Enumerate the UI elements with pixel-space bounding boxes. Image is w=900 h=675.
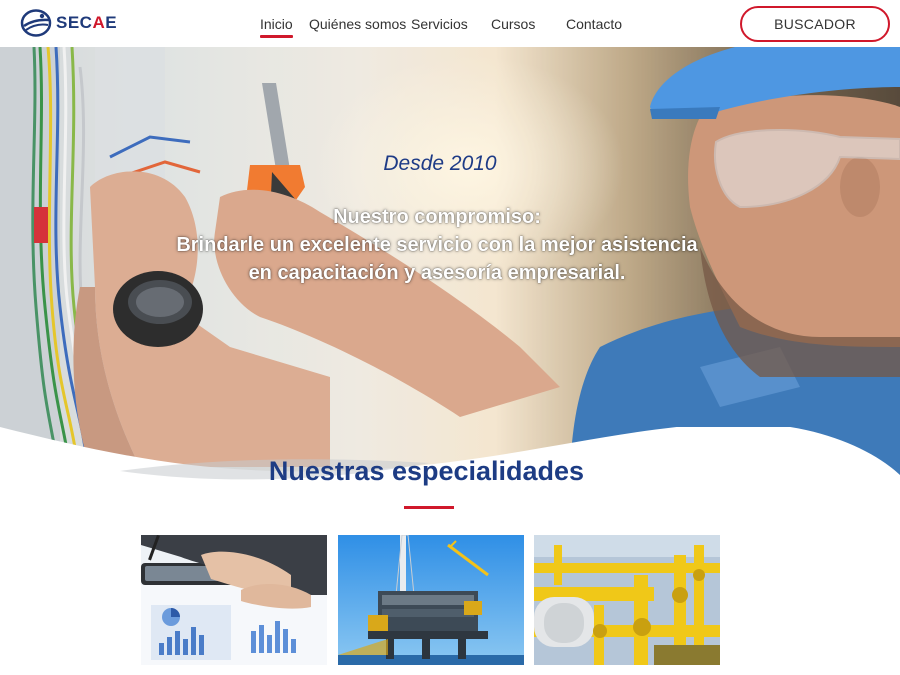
nav-item-cursos[interactable]: Cursos xyxy=(491,16,535,32)
hero-title-line-3: en capacitación y asesoría empresarial. xyxy=(248,262,626,284)
industrial-pipes-photo xyxy=(534,535,720,665)
specialties-title: Nuestras especialidades xyxy=(268,456,585,486)
specialty-card-business[interactable] xyxy=(141,535,327,665)
brand-name-main: SEC xyxy=(56,13,93,32)
hero-banner: Desde 2010 Nuestro compromiso: Brindarle… xyxy=(0,47,900,487)
nav-item-servicios[interactable]: Servicios xyxy=(411,16,468,32)
business-documents-photo xyxy=(141,535,327,665)
specialty-card-oil-platform[interactable] xyxy=(338,535,524,665)
brand-name-tail: E xyxy=(105,13,118,32)
site-header: SECAE Inicio Quiénes somos Servicios Cur… xyxy=(0,0,900,47)
brand-name-accent: A xyxy=(92,13,106,32)
specialty-card-industrial-pipes[interactable] xyxy=(534,535,720,665)
hero-title: Nuestro compromiso: Brindarle un excelen… xyxy=(0,203,874,287)
search-button[interactable]: BUSCADOR xyxy=(740,6,890,42)
title-underline xyxy=(404,506,454,509)
nav-item-inicio[interactable]: Inicio xyxy=(260,16,293,38)
nav-item-contacto[interactable]: Contacto xyxy=(566,16,622,32)
offshore-oil-platform-photo xyxy=(338,535,524,665)
brand-name: SECAE xyxy=(56,13,117,33)
hero-title-line-2: Brindarle un excelente servicio con la m… xyxy=(176,234,698,256)
hero-title-line-1: Nuestro compromiso: xyxy=(333,206,541,228)
globe-logo-icon xyxy=(20,9,52,37)
brand-logo[interactable]: SECAE xyxy=(20,9,117,37)
hero-subtitle: Desde 2010 xyxy=(383,152,497,175)
nav-item-quienes-somos[interactable]: Quiénes somos xyxy=(309,16,406,32)
